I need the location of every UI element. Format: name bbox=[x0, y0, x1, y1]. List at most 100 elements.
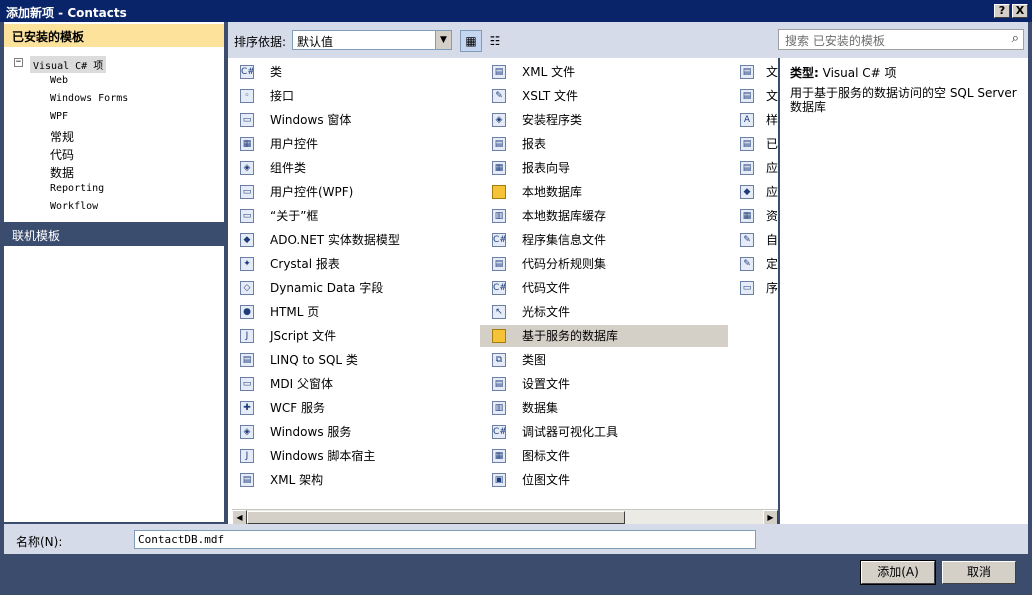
template-list: C# 类 ◦ 接口 ▭ Windows 窗体 ▦ 用户控件 ◈ 组件类 ▭ 用户控件(WPF… bbox=[228, 58, 778, 524]
window-title: 添加新项 - Contacts bbox=[6, 6, 127, 20]
tree-item-workflow[interactable]: Workflow bbox=[50, 201, 98, 212]
add-button[interactable]: 添加(A) bbox=[860, 560, 936, 585]
template-windows-script-host[interactable]: J Windows 脚本宿主 bbox=[228, 445, 476, 467]
template-crystal-report[interactable]: ✦ Crystal 报表 bbox=[228, 253, 476, 275]
template-col3-item[interactable]: ▤ 文 bbox=[728, 85, 778, 107]
cursor-icon: ↖ bbox=[492, 305, 506, 319]
template-dynamic-data-field[interactable]: ◇ Dynamic Data 字段 bbox=[228, 277, 476, 299]
file-icon: ▤ bbox=[740, 137, 754, 151]
template-col3-item[interactable]: ◆ 应 bbox=[728, 181, 778, 203]
template-col3-item[interactable]: ▦ 资 bbox=[728, 205, 778, 227]
tree-item-windows-forms[interactable]: Windows Forms bbox=[50, 93, 128, 104]
template-col3-item[interactable]: A样 bbox=[728, 109, 778, 131]
type-line: 类型: Visual C# 项 bbox=[790, 64, 897, 81]
search-placeholder: 搜索 已安装的模板 bbox=[785, 34, 885, 48]
tree-collapse-icon[interactable]: − bbox=[14, 58, 23, 67]
template-jscript-file[interactable]: J JScript 文件 bbox=[228, 325, 476, 347]
template-wcf-service[interactable]: ✚ WCF 服务 bbox=[228, 397, 476, 419]
tree-item-general[interactable]: 常规 bbox=[50, 128, 74, 145]
ruleset-icon: ▤ bbox=[492, 257, 506, 271]
template-xml-schema[interactable]: ▤ XML 架构 bbox=[228, 469, 476, 491]
template-installer-class[interactable]: ◈ 安装程序类 bbox=[480, 109, 728, 131]
template-cursor-file[interactable]: ↖ 光标文件 bbox=[480, 301, 728, 323]
template-code-file[interactable]: C# 代码文件 bbox=[480, 277, 728, 299]
template-col3-item[interactable]: ▤ 应 bbox=[728, 157, 778, 179]
database-cache-icon: ▥ bbox=[492, 209, 506, 223]
template-settings-file[interactable]: ▤ 设置文件 bbox=[480, 373, 728, 395]
entity-model-icon: ◆ bbox=[240, 233, 254, 247]
scroll-right-icon[interactable]: ▶ bbox=[763, 510, 778, 525]
resources-icon: ▦ bbox=[740, 209, 754, 223]
tree-item-visual-csharp[interactable]: Visual C# 项 bbox=[30, 56, 107, 73]
tree-item-data[interactable]: 数据 bbox=[50, 164, 74, 181]
template-about-box[interactable]: ▭ “关于”框 bbox=[228, 205, 476, 227]
about-box-icon: ▭ bbox=[240, 209, 254, 223]
template-class[interactable]: C# 类 bbox=[228, 61, 476, 83]
list-view-button[interactable]: ☷ bbox=[484, 30, 506, 52]
template-mdi-parent-form[interactable]: ▭ MDI 父窗体 bbox=[228, 373, 476, 395]
stylesheet-icon: A bbox=[740, 113, 754, 127]
icon-file-icon: ▦ bbox=[492, 449, 506, 463]
online-templates-header[interactable]: 联机模板 bbox=[4, 222, 224, 246]
name-input[interactable] bbox=[134, 530, 756, 549]
template-code-analysis-ruleset[interactable]: ▤ 代码分析规则集 bbox=[480, 253, 728, 275]
sort-combobox[interactable]: 默认值 ▼ bbox=[292, 30, 452, 50]
tree-item-code[interactable]: 代码 bbox=[50, 146, 74, 163]
dynamic-data-icon: ◇ bbox=[240, 281, 254, 295]
template-assembly-info-file[interactable]: C# 程序集信息文件 bbox=[480, 229, 728, 251]
scroll-thumb[interactable] bbox=[247, 511, 625, 524]
tree-item-reporting[interactable]: Reporting bbox=[50, 183, 104, 194]
user-control-icon: ▦ bbox=[240, 137, 254, 151]
template-bitmap-file[interactable]: ▣ 位图文件 bbox=[480, 469, 728, 491]
template-col3-item[interactable]: ✎ 自 bbox=[728, 229, 778, 251]
template-debugger-visualizer[interactable]: C# 调试器可视化工具 bbox=[480, 421, 728, 443]
search-input[interactable]: 搜索 已安装的模板 ⌕ bbox=[778, 29, 1024, 50]
template-col3-item[interactable]: ✎ 定 bbox=[728, 253, 778, 275]
template-windows-form[interactable]: ▭ Windows 窗体 bbox=[228, 109, 476, 131]
template-col3-item[interactable]: ▤ 文 bbox=[728, 61, 778, 83]
template-windows-service[interactable]: ◈ Windows 服务 bbox=[228, 421, 476, 443]
description-text: 用于基于服务的数据访问的空 SQL Server 数据库 bbox=[790, 86, 1017, 114]
template-col3-item[interactable]: ▭ 序 bbox=[728, 277, 778, 299]
template-local-database[interactable]: 本地数据库 bbox=[480, 181, 728, 203]
template-report[interactable]: ▤ 报表 bbox=[480, 133, 728, 155]
tree-item-web[interactable]: Web bbox=[50, 75, 68, 86]
mdi-form-icon: ▭ bbox=[240, 377, 254, 391]
template-component-class[interactable]: ◈ 组件类 bbox=[228, 157, 476, 179]
template-html-page[interactable]: ● HTML 页 bbox=[228, 301, 476, 323]
template-user-control[interactable]: ▦ 用户控件 bbox=[228, 133, 476, 155]
class-icon: C# bbox=[240, 65, 254, 79]
scroll-left-icon[interactable]: ◀ bbox=[232, 510, 247, 525]
template-xml-file[interactable]: ▤ XML 文件 bbox=[480, 61, 728, 83]
template-wpf-user-control[interactable]: ▭ 用户控件(WPF) bbox=[228, 181, 476, 203]
installed-templates-header[interactable]: 已安装的模板 bbox=[4, 24, 224, 47]
jscript-icon: J bbox=[240, 329, 254, 343]
close-button[interactable]: X bbox=[1012, 4, 1028, 18]
template-ado-entity-model[interactable]: ◆ ADO.NET 实体数据模型 bbox=[228, 229, 476, 251]
tree-item-wpf[interactable]: WPF bbox=[50, 111, 68, 122]
template-linq-to-sql[interactable]: ▤ LINQ to SQL 类 bbox=[228, 349, 476, 371]
search-icon[interactable]: ⌕ bbox=[1012, 31, 1019, 46]
template-dataset[interactable]: ▥ 数据集 bbox=[480, 397, 728, 419]
manifest-icon: ◆ bbox=[740, 185, 754, 199]
windows-service-icon: ◈ bbox=[240, 425, 254, 439]
cancel-button[interactable]: 取消 bbox=[942, 561, 1016, 584]
template-service-based-database[interactable]: 基于服务的数据库 bbox=[480, 325, 728, 347]
template-class-diagram[interactable]: ⧉ 类图 bbox=[480, 349, 728, 371]
medium-icons-view-button[interactable]: ▦ bbox=[460, 30, 482, 52]
template-local-database-cache[interactable]: ▥ 本地数据库缓存 bbox=[480, 205, 728, 227]
template-category-pane: 已安装的模板 − Visual C# 项 Web Windows Forms W… bbox=[4, 22, 224, 522]
horizontal-scrollbar[interactable]: ◀ ▶ bbox=[232, 509, 778, 525]
template-report-wizard[interactable]: ▦ 报表向导 bbox=[480, 157, 728, 179]
name-bar: 名称(N): bbox=[4, 524, 1028, 554]
help-button[interactable]: ? bbox=[994, 4, 1010, 18]
text-template-icon: ✎ bbox=[740, 257, 754, 271]
chevron-down-icon[interactable]: ▼ bbox=[435, 31, 451, 49]
bitmap-icon: ▣ bbox=[492, 473, 506, 487]
dataset-icon: ▥ bbox=[492, 401, 506, 415]
template-col3-item[interactable]: ▤ 已 bbox=[728, 133, 778, 155]
description-pane: 类型: Visual C# 项 用于基于服务的数据访问的空 SQL Server… bbox=[780, 58, 1028, 524]
template-interface[interactable]: ◦ 接口 bbox=[228, 85, 476, 107]
template-xslt-file[interactable]: ✎ XSLT 文件 bbox=[480, 85, 728, 107]
template-icon-file[interactable]: ▦ 图标文件 bbox=[480, 445, 728, 467]
